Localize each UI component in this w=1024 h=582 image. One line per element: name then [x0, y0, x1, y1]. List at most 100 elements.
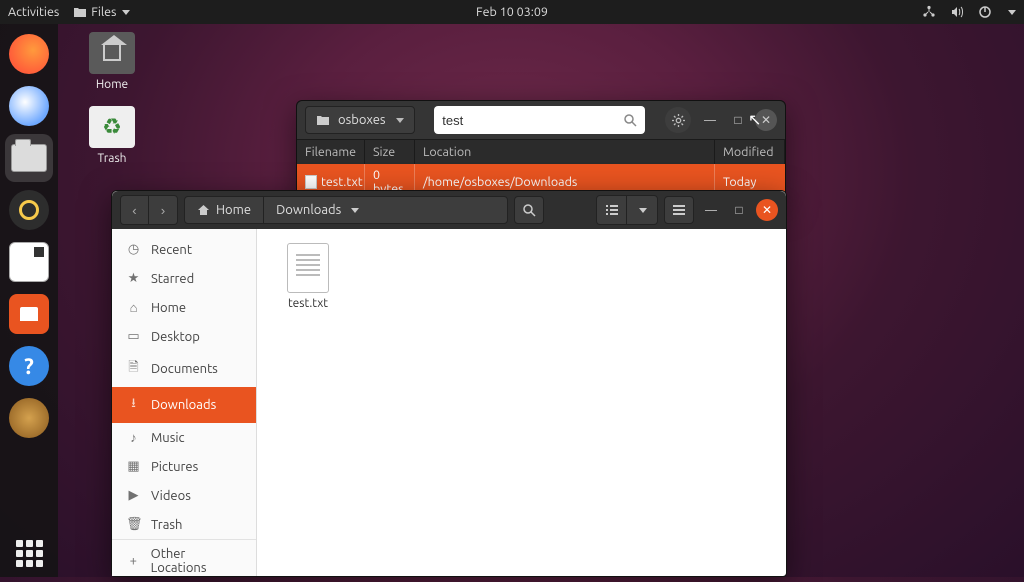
desktop-home-label: Home [78, 78, 146, 91]
music-icon: ♪ [126, 430, 141, 445]
file-item[interactable]: test.txt [271, 243, 345, 310]
crumb-home-label: Home [216, 203, 251, 217]
sidebar-music[interactable]: ♪ Music [112, 423, 256, 452]
dock-show-apps[interactable] [5, 529, 53, 577]
sidebar-item-label: Trash [151, 518, 182, 532]
sidebar-documents[interactable]: 🗎Documents [112, 351, 256, 387]
dock-software[interactable] [5, 290, 53, 338]
files-close-button[interactable]: ✕ [756, 199, 778, 221]
sidebar-item-label: Documents [151, 362, 218, 376]
dock-libreoffice[interactable] [5, 238, 53, 286]
activities-button[interactable]: Activities [8, 5, 59, 19]
search-titlebar[interactable]: osboxes — □ ✕ [297, 101, 785, 139]
sidebar-item-label: Desktop [151, 330, 200, 344]
search-path-label: osboxes [338, 113, 386, 127]
chevron-down-icon [351, 208, 359, 213]
hamburger-menu-button[interactable] [664, 196, 694, 224]
sidebar-downloads[interactable]: ⭳ Downloads [112, 387, 256, 423]
star-icon: ★ [126, 271, 141, 286]
sidebar-other-locations[interactable]: +Other Locations [112, 540, 256, 582]
files-sidebar: ◷ Recent ★ Starred ⌂ Home ▭ Desktop 🗎Documen… [112, 229, 257, 576]
dock-thunderbird[interactable] [5, 82, 53, 130]
recycle-icon: ♻ [102, 114, 122, 140]
col-modified[interactable]: Modified [715, 140, 785, 164]
pictures-icon: ▦ [126, 459, 141, 474]
system-menu-chevron-icon[interactable] [1008, 10, 1016, 15]
nav-buttons: ‹ › [120, 195, 178, 225]
search-settings-button[interactable] [665, 107, 691, 133]
text-file-icon [287, 243, 329, 293]
sidebar-desktop[interactable]: ▭ Desktop [112, 322, 256, 351]
result-filename: test.txt [321, 175, 363, 189]
files-search-button[interactable] [514, 196, 544, 224]
downloads-icon: ⭳ [126, 394, 141, 416]
col-filename[interactable]: Filename [297, 140, 365, 164]
dock-firefox[interactable] [5, 30, 53, 78]
files-titlebar[interactable]: ‹ › Home Downloads — [112, 191, 786, 229]
crumb-home[interactable]: Home [185, 197, 264, 223]
search-field[interactable] [434, 106, 645, 134]
folder-icon [316, 114, 330, 126]
search-maximize-button[interactable]: □ [727, 109, 749, 131]
plus-icon: + [126, 554, 141, 568]
search-icon [624, 114, 637, 127]
desktop-icon: ▭ [126, 329, 141, 344]
col-location[interactable]: Location [415, 140, 715, 164]
search-column-headers: Filename Size Location Modified [297, 139, 785, 164]
nav-back-button[interactable]: ‹ [121, 196, 149, 224]
view-dropdown-button[interactable] [627, 196, 657, 224]
power-icon[interactable] [978, 5, 992, 19]
desktop-trash[interactable]: ♻ Trash [78, 106, 146, 165]
sidebar-pictures[interactable]: ▦ Pictures [112, 452, 256, 481]
clock-icon: ◷ [126, 242, 141, 257]
hamburger-icon [672, 204, 686, 216]
sidebar-recent[interactable]: ◷ Recent [112, 235, 256, 264]
gear-icon [671, 113, 686, 128]
view-list-button[interactable] [597, 196, 627, 224]
sidebar-home[interactable]: ⌂ Home [112, 293, 256, 322]
top-bar: Activities Files Feb 10 03:09 [0, 0, 1024, 24]
sidebar-item-label: Pictures [151, 460, 198, 474]
app-menu[interactable]: Files [73, 5, 130, 19]
home-icon [103, 45, 121, 61]
files-minimize-button[interactable]: — [700, 199, 722, 221]
folder-icon [73, 6, 87, 18]
col-size[interactable]: Size [365, 140, 415, 164]
videos-icon: ▶ [126, 488, 141, 503]
search-path-selector[interactable]: osboxes [305, 106, 415, 134]
list-icon [605, 204, 619, 216]
volume-icon[interactable] [950, 5, 964, 19]
dock-help[interactable]: ? [5, 342, 53, 390]
view-controls [596, 195, 658, 225]
sidebar-item-label: Starred [151, 272, 194, 286]
sidebar-item-label: Music [151, 431, 185, 445]
home-icon [197, 204, 210, 216]
home-icon: ⌂ [126, 300, 141, 315]
dock-unknown[interactable] [5, 394, 53, 442]
chevron-down-icon [122, 10, 130, 15]
sidebar-videos[interactable]: ▶Videos [112, 481, 256, 510]
sidebar-trash[interactable]: 🗑 Trash [112, 510, 256, 539]
search-input[interactable] [442, 113, 618, 128]
files-content[interactable]: test.txt [257, 229, 786, 576]
sidebar-starred[interactable]: ★ Starred [112, 264, 256, 293]
dock-rhythmbox[interactable] [5, 186, 53, 234]
desktop-home[interactable]: Home [78, 32, 146, 91]
dock-files[interactable] [5, 134, 53, 182]
search-close-button[interactable]: ✕ [755, 109, 777, 131]
sidebar-item-label: Downloads [151, 398, 216, 412]
dock: ? [0, 24, 58, 577]
trash-icon: 🗑 [126, 517, 141, 532]
clock[interactable]: Feb 10 03:09 [476, 5, 548, 19]
sidebar-item-label: Recent [151, 243, 192, 257]
chevron-down-icon [396, 118, 404, 123]
search-minimize-button[interactable]: — [699, 109, 721, 131]
network-icon[interactable] [922, 5, 936, 19]
crumb-downloads-label: Downloads [276, 203, 341, 217]
files-window: ‹ › Home Downloads — [111, 190, 787, 577]
nav-forward-button[interactable]: › [149, 196, 177, 224]
files-maximize-button[interactable]: □ [728, 199, 750, 221]
search-icon [523, 204, 536, 217]
crumb-downloads[interactable]: Downloads [264, 197, 371, 223]
sidebar-item-label: Home [151, 301, 186, 315]
